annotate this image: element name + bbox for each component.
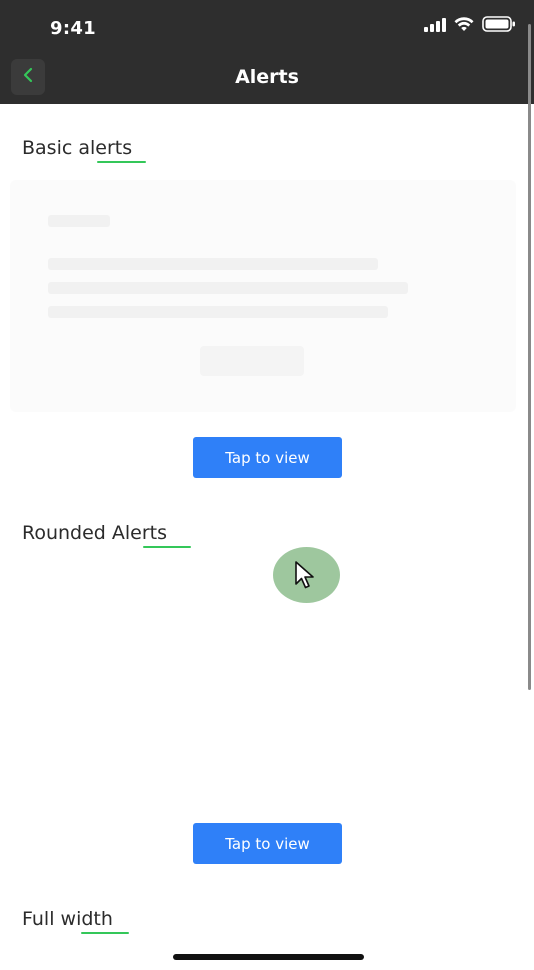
section-title-full-width: Full width — [22, 908, 113, 930]
alert-preview-text-placeholder — [48, 306, 388, 318]
app-screen: 9:41 Alerts Basic alerts Tap to view Rou… — [0, 0, 534, 970]
section-underline — [97, 161, 146, 163]
section-title-basic-alerts: Basic alerts — [22, 137, 133, 159]
cellular-signal-icon — [424, 17, 446, 36]
battery-icon — [482, 16, 516, 36]
alert-preview-text-placeholder — [48, 258, 378, 270]
section-underline — [81, 932, 129, 934]
home-indicator[interactable] — [173, 954, 364, 960]
scroll-indicator[interactable] — [528, 24, 531, 690]
cursor-arrow-icon — [294, 560, 318, 594]
status-icons — [424, 16, 516, 36]
alert-preview-button-placeholder — [200, 346, 304, 376]
alert-preview-text-placeholder — [48, 282, 408, 294]
tap-to-view-button-rounded[interactable]: Tap to view — [193, 823, 342, 864]
wifi-icon — [454, 16, 474, 36]
status-time: 9:41 — [50, 18, 96, 39]
page-title: Alerts — [235, 66, 299, 88]
section-title-rounded-alerts: Rounded Alerts — [22, 522, 168, 544]
tap-to-view-button-basic[interactable]: Tap to view — [193, 437, 342, 478]
alert-preview-title-placeholder — [48, 215, 110, 227]
top-bar: 9:41 Alerts — [0, 0, 534, 104]
section-underline — [143, 546, 191, 548]
